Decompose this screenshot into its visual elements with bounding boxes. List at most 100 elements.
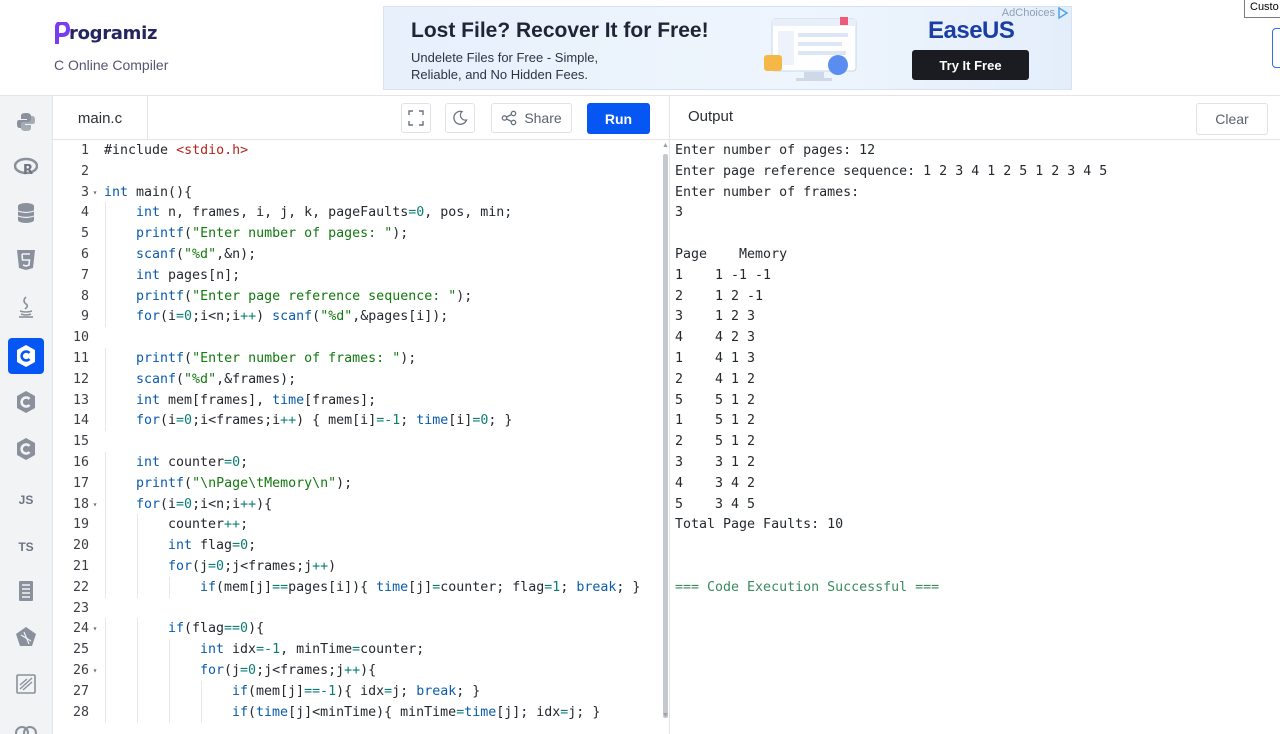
code-line[interactable]: 24 ▾ if(flag==0){ [53, 618, 661, 640]
code-token: (mem[j] [248, 683, 305, 699]
code-token: "\nPage\tMemory\n" [192, 475, 337, 491]
clear-button[interactable]: Clear [1196, 103, 1268, 135]
code-token: counter; flag [440, 579, 545, 595]
code-token: ; [400, 413, 417, 429]
programiz-logo[interactable]: rogramiz [54, 22, 157, 44]
code-line[interactable]: 27 if(mem[j]==-1){ idx=j; break; } [53, 680, 661, 702]
line-number: 6 [80, 247, 89, 262]
ad-cta-button[interactable]: Try It Free [912, 50, 1029, 80]
code-token: "%d" [320, 309, 353, 325]
code-line[interactable]: 17 printf("\nPage\tMemory\n"); [53, 472, 661, 494]
code-line[interactable]: 12 scanf("%d",&frames); [53, 368, 661, 390]
code-line[interactable]: 3 ▾ int main(){ [53, 182, 661, 203]
code-line[interactable]: 28 if(time[j]<minTime){ minTime=time[j]; … [53, 701, 661, 723]
editor-scrollbar[interactable]: ▲ ▼ [662, 140, 669, 734]
code-line[interactable]: 4 int n, frames, i, j, k, pageFaults=0, p… [53, 202, 661, 224]
output-line: 1 1 -1 -1 [675, 267, 772, 283]
code-line[interactable]: 14 for(i=0;i<frames;i++) { mem[i]=-1; tim… [53, 410, 661, 432]
code-token: "Enter number of frames: " [192, 351, 401, 366]
code-line[interactable]: 23 [53, 598, 661, 619]
edge-button[interactable] [1272, 28, 1280, 68]
code-text: for(i=0;i<frames;i++) { mem[i]=-1; time[… [136, 410, 512, 431]
code-line[interactable]: 10 [53, 327, 661, 348]
custom-button[interactable]: Custo [1244, 0, 1280, 18]
file-tab-main-c[interactable]: main.c [53, 96, 148, 140]
ad-banner[interactable]: Lost File? Recover It for Free! Undelete… [383, 6, 1072, 90]
code-line[interactable]: 19 counter++; [53, 514, 661, 536]
sidebar-item-java[interactable] [8, 289, 44, 325]
sidebar-item-go[interactable] [8, 573, 44, 609]
swift-icon [16, 674, 36, 694]
sidebar-item-ts[interactable]: TS [8, 529, 44, 565]
code-text: int mem[frames], time[frames]; [136, 390, 376, 411]
code-token: ) [256, 309, 273, 325]
code-line[interactable]: 11 printf("Enter number of frames: "); [53, 348, 661, 369]
run-button[interactable]: Run [587, 103, 650, 134]
sidebar-item-csharp[interactable] [8, 431, 44, 467]
code-line[interactable]: 16 int counter=0; [53, 452, 661, 473]
code-line[interactable]: 22 if(mem[j]==pages[i]){ time[j]=counter;… [53, 576, 661, 598]
code-line[interactable]: 9 for(i=0;i<n;i++) scanf("%d",&pages[i]); [53, 306, 661, 328]
line-number: 24 [72, 621, 89, 637]
sidebar-item-swift[interactable] [8, 666, 44, 702]
code-line[interactable]: 6 scanf("%d",&n); [53, 244, 661, 265]
code-line[interactable]: 25 int idx=-1, minTime=counter; [53, 639, 661, 661]
output-line: 2 1 2 -1 [675, 288, 764, 304]
fold-arrow-icon[interactable]: ▾ [89, 618, 101, 639]
line-number: 20 [72, 538, 89, 554]
code-token: time [464, 704, 497, 720]
code-line[interactable]: 5 printf("Enter number of pages: "); [53, 223, 661, 245]
code-line[interactable]: 2 [53, 161, 661, 182]
sidebar-item-rust[interactable] [8, 714, 44, 734]
indent-guide [137, 556, 138, 577]
code-token: ){ [248, 621, 265, 637]
fold-arrow-icon[interactable]: ▾ [89, 494, 101, 515]
sidebar-item-html[interactable] [8, 242, 44, 278]
share-button[interactable]: Share [491, 103, 572, 133]
output-line: 3 3 1 2 [675, 455, 756, 470]
code-line[interactable]: 21 for(j=0;j<frames;j++) [53, 556, 661, 577]
code-token: for [136, 309, 161, 325]
code-token: "Enter number of pages: " [192, 226, 393, 242]
sidebar-item-php[interactable] [8, 619, 44, 655]
code-line[interactable]: 7 int pages[n]; [53, 264, 661, 286]
indent-guide [137, 680, 138, 702]
code-text: int idx=-1, minTime=counter; [200, 639, 424, 660]
code-token: pages[n]; [160, 267, 241, 283]
code-text: for(j=0;j<frames;j++) [168, 556, 336, 577]
code-editor[interactable]: 1 #include <stdio.h> 2 3 ▾ int main(){4 int n,… [53, 140, 669, 734]
theme-toggle-button[interactable] [445, 103, 475, 133]
scroll-up-icon[interactable]: ▲ [662, 142, 669, 149]
code-token: (i [160, 413, 177, 429]
execution-status: === Code Execution Successful === [675, 579, 940, 595]
scroll-down-icon[interactable]: ▼ [662, 712, 669, 719]
code-line[interactable]: 1 #include <stdio.h> [53, 140, 661, 161]
code-line[interactable]: 20 int flag=0; [53, 535, 661, 557]
sidebar-item-cpp[interactable] [8, 384, 44, 420]
fullscreen-button[interactable] [401, 103, 431, 133]
sidebar-item-python[interactable] [8, 104, 44, 140]
sidebar-item-js[interactable]: JS [8, 482, 44, 518]
output-line: Total Page Faults: 10 [675, 517, 844, 533]
scrollbar-thumb[interactable] [663, 154, 668, 718]
sidebar-item-sql[interactable] [8, 195, 44, 231]
code-line[interactable]: 18 ▾ for(i=0;i<n;i++){ [53, 493, 661, 515]
sidebar-item-c[interactable] [8, 338, 44, 374]
code-token: = [456, 704, 465, 720]
code-line[interactable]: 13 int mem[frames], time[frames]; [53, 389, 661, 411]
java-icon [19, 296, 33, 318]
code-token: =0 [232, 538, 249, 554]
code-line[interactable]: 15 [53, 431, 661, 452]
code-token: printf [136, 226, 185, 242]
code-token: int [136, 267, 161, 283]
fold-arrow-icon[interactable]: ▾ [89, 182, 101, 203]
code-line[interactable]: 26 ▾ for(j=0;j<frames;j++){ [53, 660, 661, 681]
code-token: int [136, 455, 161, 470]
code-token: printf [136, 288, 185, 304]
sidebar-item-r[interactable]: R [8, 149, 44, 185]
indent-guide [105, 576, 106, 598]
code-line[interactable]: 8 printf("Enter page reference sequence: … [53, 285, 661, 307]
fold-arrow-icon[interactable]: ▾ [89, 660, 101, 681]
code-text: scanf("%d",&n); [136, 244, 256, 265]
code-text: scanf("%d",&frames); [136, 369, 296, 390]
